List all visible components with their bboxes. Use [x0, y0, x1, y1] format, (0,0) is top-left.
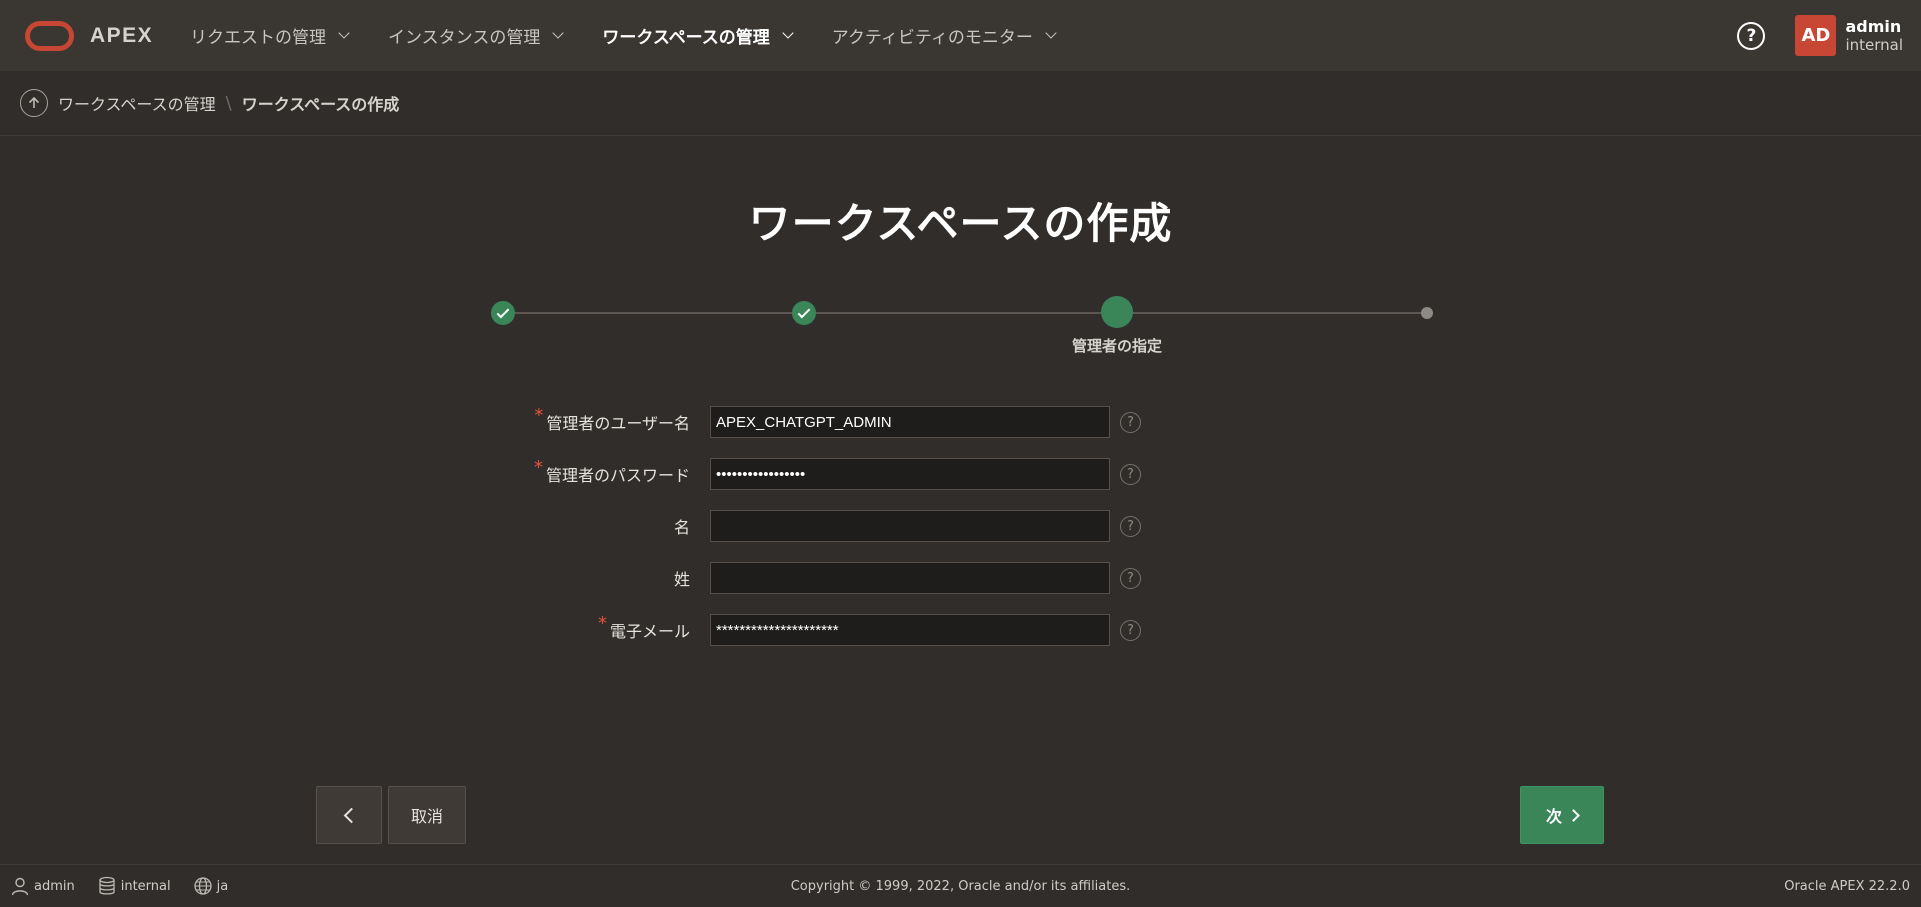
footer: admin internal ja Copyright © 1999, 2022…: [0, 864, 1921, 907]
user-name: admin: [1845, 16, 1902, 36]
globe-icon: [193, 877, 212, 895]
footer-info: admin internal ja: [10, 876, 250, 896]
workspace-name: internal: [1845, 35, 1903, 54]
nav-manage-workspaces[interactable]: ワークスペースの管理: [602, 23, 794, 48]
chevron-down-icon: [782, 27, 794, 39]
breadcrumb-parent-link[interactable]: ワークスペースの管理: [58, 91, 216, 115]
admin-form: *管理者のユーザー名 ? *管理者のパスワード ? 名 ? 姓 ? *電子メール…: [520, 405, 1160, 666]
last-name-input[interactable]: [710, 562, 1110, 594]
arrow-up-icon[interactable]: [20, 89, 48, 117]
chevron-left-icon: [343, 807, 359, 823]
form-row-first-name: 名 ?: [520, 510, 1160, 542]
wizard-step-4-future: [1421, 307, 1433, 319]
next-button[interactable]: 次: [1520, 786, 1604, 844]
chevron-right-icon: [1567, 808, 1580, 822]
nav-monitor-activity[interactable]: アクティビティのモニター: [832, 23, 1057, 48]
form-row-admin-password: *管理者のパスワード ?: [520, 457, 1160, 490]
help-icon[interactable]: ?: [1120, 619, 1141, 641]
wizard-progress: 管理者の指定: [491, 295, 1433, 375]
required-mark: *: [534, 405, 544, 426]
copyright: Copyright © 1999, 2022, Oracle and/or it…: [790, 878, 1131, 894]
form-row-last-name: 姓 ?: [520, 562, 1160, 594]
user-menu[interactable]: admin internal: [1845, 17, 1903, 55]
help-icon[interactable]: ?: [1120, 411, 1141, 433]
admin-username-label: * 管理者のユーザー名: [534, 405, 690, 433]
user-icon: [11, 877, 29, 896]
admin-password-label: * 管理者のパスワード: [533, 457, 690, 485]
footer-language[interactable]: ja: [193, 876, 228, 896]
check-icon: [496, 305, 510, 318]
form-row-admin-username: *管理者のユーザー名 ?: [520, 405, 1160, 438]
breadcrumb: ワークスペースの管理 \ ワークスペースの作成: [0, 71, 1921, 136]
help-icon[interactable]: ?: [1120, 463, 1141, 485]
wizard-step-3-current: [1101, 296, 1133, 328]
email-field[interactable]: [710, 614, 1110, 646]
first-name-input[interactable]: [710, 510, 1110, 542]
required-mark: *: [533, 457, 543, 478]
previous-button[interactable]: [316, 786, 382, 844]
help-icon[interactable]: ?: [1120, 567, 1141, 589]
wizard-track: [491, 312, 1428, 314]
nav-manage-instance[interactable]: インスタンスの管理: [388, 23, 564, 48]
last-name-label: 姓: [673, 570, 690, 589]
check-icon: [797, 305, 811, 318]
breadcrumb-current: ワークスペースの作成: [241, 95, 400, 114]
top-header: APEX リクエストの管理 インスタンスの管理 ワークスペースの管理 アクティビ…: [0, 0, 1921, 71]
page-title: ワークスペースの作成: [748, 199, 1173, 248]
wizard-step-2-complete: [792, 301, 816, 325]
first-name-label: 名: [673, 518, 690, 537]
admin-username-input[interactable]: [710, 406, 1110, 438]
admin-password-input[interactable]: [710, 458, 1110, 490]
version: Oracle APEX 22.2.0: [1784, 878, 1910, 894]
main-nav: リクエストの管理 インスタンスの管理 ワークスペースの管理 アクティビティのモニ…: [190, 23, 1095, 48]
database-icon: [99, 876, 115, 895]
brand-name: APEX: [90, 23, 154, 47]
nav-manage-requests[interactable]: リクエストの管理: [190, 23, 350, 48]
breadcrumb-separator: \: [225, 92, 232, 114]
footer-user[interactable]: admin: [10, 876, 75, 896]
wizard-step-1-complete: [491, 301, 515, 325]
required-mark: *: [597, 613, 607, 634]
header-user-area: ? AD admin internal: [1737, 0, 1921, 71]
wizard-current-label: 管理者の指定: [1071, 337, 1162, 355]
chevron-down-icon: [338, 27, 350, 39]
chevron-down-icon: [1045, 27, 1057, 39]
apex-logo[interactable]: APEX: [25, 20, 190, 51]
cancel-button[interactable]: 取消: [388, 786, 466, 844]
avatar[interactable]: AD: [1795, 15, 1837, 56]
next-button-label: 次: [1545, 807, 1562, 826]
help-icon[interactable]: ?: [1120, 515, 1141, 537]
help-icon[interactable]: ?: [1737, 21, 1766, 50]
email-label: * 電子メール: [597, 613, 690, 641]
oracle-logo-icon: [25, 20, 74, 51]
footer-workspace[interactable]: internal: [97, 876, 171, 896]
form-row-email: *電子メール ?: [520, 613, 1160, 646]
chevron-down-icon: [552, 27, 564, 39]
